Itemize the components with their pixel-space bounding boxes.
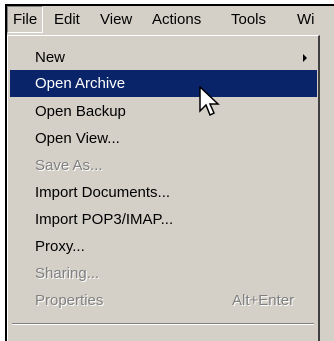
menu-item-label: Open View... bbox=[35, 130, 120, 147]
menu-item-import-pop3-imap[interactable]: Import POP3/IMAP... bbox=[10, 206, 317, 233]
menu-item-label: Save As... bbox=[35, 157, 103, 174]
menu-bar: File Edit View Actions Tools Wi bbox=[7, 6, 334, 33]
menu-item-shortcut: Alt+Enter bbox=[232, 292, 295, 309]
menu-item-import-documents[interactable]: Import Documents... bbox=[10, 179, 317, 206]
application-window: File Edit View Actions Tools Wi New Open… bbox=[5, 4, 334, 341]
menu-item-new[interactable]: New bbox=[10, 44, 317, 71]
mouse-cursor-icon bbox=[199, 86, 220, 117]
menu-item-save-as: Save As... bbox=[10, 152, 317, 179]
menu-actions[interactable]: Actions bbox=[147, 6, 206, 33]
menu-item-sharing: Sharing... bbox=[10, 260, 317, 287]
menu-item-open-archive[interactable]: Open Archive bbox=[10, 70, 317, 97]
file-menu-dropdown: New Open Archive Open Backup Open View..… bbox=[7, 35, 320, 341]
menu-view[interactable]: View bbox=[95, 6, 137, 33]
menu-item-label: Properties bbox=[35, 292, 104, 309]
menu-item-label: Open Archive bbox=[35, 75, 126, 92]
menu-item-open-view[interactable]: Open View... bbox=[10, 125, 317, 152]
menu-item-label: Proxy... bbox=[35, 238, 85, 255]
menu-item-label: Open Backup bbox=[35, 103, 126, 120]
menu-item-label: New bbox=[35, 49, 66, 66]
menu-item-label: Sharing... bbox=[35, 265, 100, 282]
menu-item-label: Import POP3/IMAP... bbox=[35, 211, 174, 228]
chevron-right-icon bbox=[303, 54, 307, 62]
menu-edit[interactable]: Edit bbox=[49, 6, 85, 33]
menu-item-open-backup[interactable]: Open Backup bbox=[10, 98, 317, 125]
menu-separator bbox=[12, 323, 314, 325]
menu-file[interactable]: File bbox=[7, 6, 44, 33]
menu-item-properties: Properties Alt+Enter bbox=[10, 287, 317, 314]
menu-window[interactable]: Wi bbox=[292, 6, 320, 33]
menu-item-label: Import Documents... bbox=[35, 184, 171, 201]
menu-tools[interactable]: Tools bbox=[226, 6, 271, 33]
menu-item-proxy[interactable]: Proxy... bbox=[10, 233, 317, 260]
